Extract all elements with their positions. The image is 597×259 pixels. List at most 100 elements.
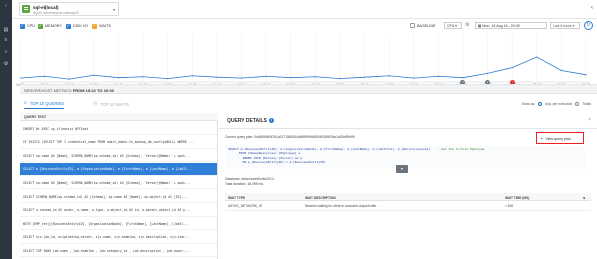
plan-icon: ⚭ [540, 136, 544, 141]
tab-label: TOP 10 WAITS [100, 101, 129, 107]
query-row[interactable]: INSERT #t EXEC sp_fileexist @FFSvat [20, 122, 217, 135]
time-range-value: Last 6 hours [553, 24, 572, 28]
top-header: sql-el(local) SQLEI lab.sentryone.com/sq… [12, 0, 597, 19]
avg-radio-label: Avg. per execution [545, 102, 573, 106]
metrics-chart: 14:4515:0015:1515:3015:4516:0016:1516:30… [16, 32, 590, 87]
memory-checkbox[interactable]: MEMORY [38, 23, 62, 29]
data-point [585, 74, 587, 76]
query-row[interactable]: SELECT sjv.job_id, originating_server, s… [20, 231, 217, 244]
query-details-header: QUERY DETAILS i × [219, 113, 597, 129]
code-comment: -- Get the initial Employee [435, 147, 485, 151]
data-point [413, 77, 415, 79]
query-row[interactable]: SELECT o.schema_id AS owner, o.name, o.t… [20, 204, 217, 217]
query-row[interactable]: IF EXISTS (SELECT TOP 1 credential_name … [20, 136, 217, 149]
checkbox-icon [66, 23, 71, 29]
column-header: WAIT TYPE [228, 195, 246, 200]
sort-icon[interactable]: ⇅ [583, 196, 586, 200]
data-point [462, 77, 464, 79]
wait-type-cell: ASYNC_NETWORK_IO [228, 204, 263, 208]
data-point [290, 77, 292, 79]
metric-select[interactable]: CPU ▾ [444, 22, 462, 29]
data-point [437, 75, 439, 77]
close-icon[interactable]: × [588, 117, 591, 123]
info-icon[interactable]: i [268, 118, 274, 123]
checkbox-icon [38, 23, 43, 29]
view-query-plan-button[interactable]: ⚭ View query plan [536, 132, 584, 144]
column-header: WAIT TIME (MS) [505, 195, 530, 200]
data-point [142, 76, 144, 78]
disk-io-checkbox[interactable]: DISK I/O [66, 23, 88, 29]
tab-label: TOP 10 QUERIES [29, 100, 65, 106]
data-point [560, 69, 562, 72]
filter-bar: CPU MEMORY DISK I/O WAITS BASELINE CPU ▾… [12, 19, 597, 32]
checkbox-icon [20, 23, 25, 29]
checkbox-icon [92, 23, 97, 29]
gear-icon[interactable]: ⚙ [465, 22, 469, 28]
search-icon: ⌕ [24, 100, 27, 106]
collapse-icon[interactable]: ‹ [591, 5, 593, 11]
wait-description-cell: Network waiting for client to consume ou… [305, 204, 377, 208]
data-point [216, 76, 218, 78]
date-range-picker[interactable]: ▦ Mon, 15 Aug 16 - 20:30 [475, 22, 547, 29]
chart-svg [20, 34, 590, 83]
checkbox-label: DISK I/O [73, 24, 88, 28]
data-point [314, 76, 316, 78]
checkbox-label: CPU [27, 24, 36, 28]
cpu-checkbox[interactable]: CPU [20, 23, 35, 29]
collapse-code-button[interactable]: ▾ [396, 165, 408, 173]
data-point [117, 77, 120, 79]
menu-icon[interactable]: ≡ [3, 38, 9, 43]
query-row[interactable]: SELECT m.[BusinessEntityID], m.[Organiza… [20, 162, 217, 176]
settings-icon[interactable]: ⚙ [3, 62, 9, 67]
data-point [511, 67, 513, 69]
baseline-checkbox[interactable]: BASELINE [410, 23, 436, 28]
chart-icon[interactable]: ▤ [3, 28, 9, 33]
view-query-plan-label: View query plan [545, 137, 571, 141]
query-row[interactable]: WITH [EMP_cte]([BusinessEntityID], [Orga… [20, 217, 217, 231]
chevron-down-icon: ▾ [112, 7, 115, 12]
data-point [68, 78, 70, 80]
section-title: SERVER/HOST METRICS FROM 15:22 TO 20:30 [20, 84, 597, 94]
series-line-cpu [20, 56, 587, 80]
query-list: QUERY TEXT INSERT #t EXEC sp_fileexist @… [20, 113, 218, 259]
column-header: WAIT DESCRIPTION [305, 195, 336, 200]
tab-top-waits[interactable]: ◷ TOP 10 WAITS [93, 99, 129, 109]
data-point [363, 76, 366, 78]
checkbox-label: WAITS [99, 24, 111, 28]
query-tabs: ⌕ TOP 10 QUERIES ◷ TOP 10 WAITS Show as:… [20, 95, 597, 112]
avg-radio[interactable] [538, 102, 543, 106]
data-point [265, 75, 267, 77]
back-icon[interactable]: ‹ [3, 4, 9, 9]
server-name: sql-el(local) [33, 5, 59, 10]
data-point [536, 56, 538, 58]
data-point [240, 77, 243, 79]
query-details-title: QUERY DETAILS [227, 118, 267, 124]
calendar-icon: ▦ [478, 24, 482, 28]
server-selector[interactable]: sql-el(local) SQLEI lab.sentryone.com/sq… [19, 2, 119, 16]
date-range-value: Mon, 15 Aug 16 - 20:30 [482, 24, 520, 28]
waits-checkbox[interactable]: WAITS [92, 23, 111, 29]
clock-icon: ◷ [93, 101, 98, 107]
duration-label: Total duration: 18,499 ms [225, 182, 264, 186]
query-row[interactable]: SELECT SCHEMA_NAME(sp.schema_id) AS [Sch… [20, 190, 217, 203]
section-title-range: FROM 15:22 TO 20:30 [72, 87, 114, 93]
totals-radio[interactable] [575, 102, 580, 106]
wait-time-cell: < 816 [505, 204, 514, 208]
app-root: ‹ ▤ ≡ ⌕ ⚙ sql-el(local) SQLEI lab.sentry… [0, 0, 597, 259]
data-point [388, 75, 390, 77]
query-row[interactable]: SELECT sp.name AS [Name], SCHEMA_NAME(sp… [20, 176, 217, 190]
table-row[interactable]: ASYNC_NETWORK_IO Network waiting for cli… [225, 201, 591, 211]
left-nav: ‹ ▤ ≡ ⌕ ⚙ [0, 0, 12, 259]
data-point [93, 74, 95, 76]
query-row[interactable]: SELECT sp.name AS [Name], SCHEMA_NAME(sp… [20, 149, 217, 163]
search-icon[interactable]: ⌕ [3, 50, 9, 55]
tab-top-queries[interactable]: ⌕ TOP 10 QUERIES [24, 99, 65, 109]
refresh-icon[interactable]: ↻ [584, 21, 593, 30]
database-label: Database: AdventureWorks2014 [225, 177, 274, 181]
data-point [191, 75, 193, 77]
server-host: SQLEI lab.sentryone.com/sql-e2 [33, 11, 79, 15]
data-point [167, 78, 169, 80]
time-range-select[interactable]: Last 6 hours ▾ [550, 22, 580, 29]
query-list-header: QUERY TEXT [20, 113, 218, 121]
query-row[interactable]: SELECT TOP 3000 job.name , job.enabled ,… [20, 244, 217, 258]
